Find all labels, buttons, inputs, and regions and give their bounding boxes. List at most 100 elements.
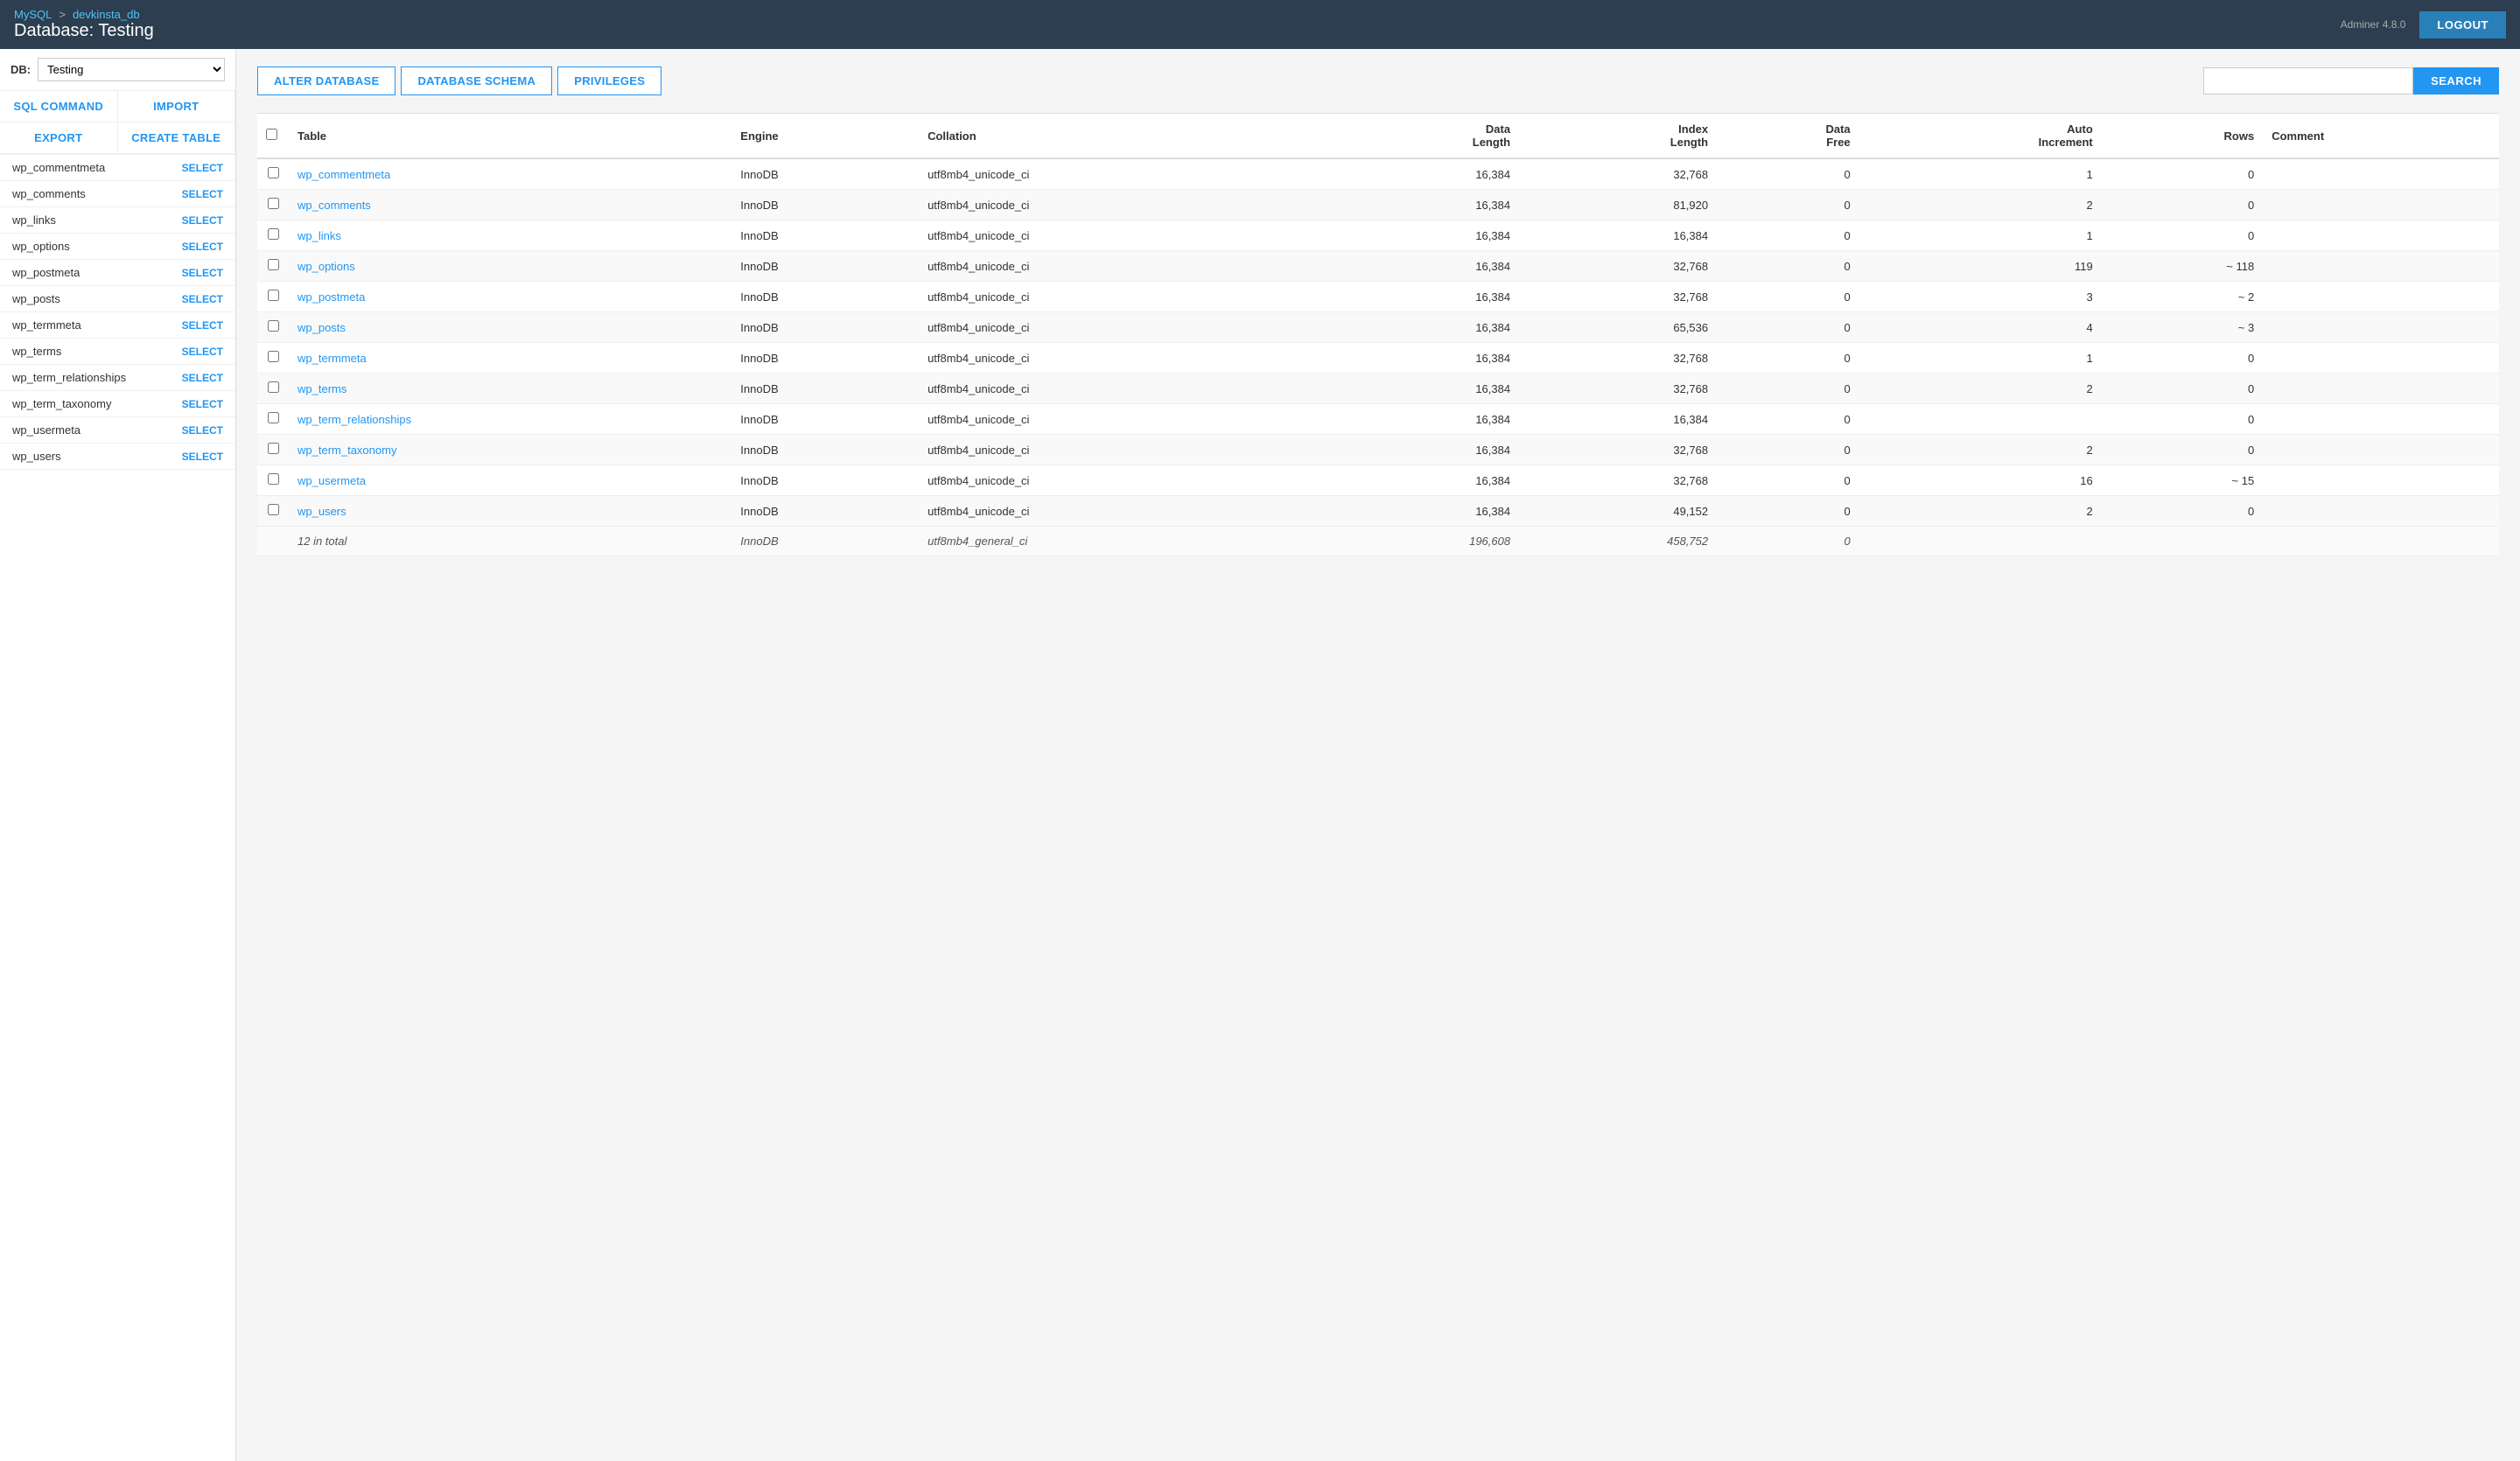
table-name-link[interactable]: wp_posts xyxy=(298,321,346,334)
table-row: wp_links InnoDB utf8mb4_unicode_ci 16,38… xyxy=(257,220,2499,251)
row-rows: 0 xyxy=(2102,158,2263,190)
row-checkbox[interactable] xyxy=(268,228,279,240)
table-header-row: Table Engine Collation DataLength IndexL… xyxy=(257,114,2499,159)
table-name-link[interactable]: wp_terms xyxy=(298,382,346,395)
row-checkbox[interactable] xyxy=(268,504,279,515)
page-title: Database: Testing xyxy=(14,21,154,41)
total-data-free: 0 xyxy=(1717,527,1859,556)
col-data-length: DataLength xyxy=(1321,114,1519,159)
database-table: Table Engine Collation DataLength IndexL… xyxy=(257,113,2499,556)
privileges-button[interactable]: PRIVILEGES xyxy=(557,66,662,95)
sidebar-table-name: wp_term_taxonomy xyxy=(12,397,111,410)
sidebar-table-select[interactable]: SELECT xyxy=(182,319,223,332)
breadcrumb-db[interactable]: devkinsta_db xyxy=(73,8,140,21)
sidebar-table-select[interactable]: SELECT xyxy=(182,424,223,437)
row-data-length: 16,384 xyxy=(1321,496,1519,527)
breadcrumb-mysql[interactable]: MySQL xyxy=(14,8,52,21)
row-engine: InnoDB xyxy=(732,190,919,220)
sidebar-import[interactable]: IMPORT xyxy=(118,91,236,122)
row-rows: 0 xyxy=(2102,496,2263,527)
sidebar-table-select[interactable]: SELECT xyxy=(182,346,223,358)
row-checkbox[interactable] xyxy=(268,412,279,423)
sidebar-table-select[interactable]: SELECT xyxy=(182,293,223,305)
row-comment xyxy=(2263,465,2499,496)
table-name-link[interactable]: wp_usermeta xyxy=(298,474,366,487)
sidebar-table-item: wp_term_relationships SELECT xyxy=(0,365,235,391)
table-name-link[interactable]: wp_links xyxy=(298,229,341,242)
table-name-link[interactable]: wp_term_taxonomy xyxy=(298,444,396,457)
table-row: wp_users InnoDB utf8mb4_unicode_ci 16,38… xyxy=(257,496,2499,527)
row-comment xyxy=(2263,312,2499,343)
total-rows xyxy=(2102,527,2263,556)
sidebar-table-name: wp_commentmeta xyxy=(12,161,105,174)
row-data-free: 0 xyxy=(1717,220,1859,251)
sidebar-table-select[interactable]: SELECT xyxy=(182,451,223,463)
search-button[interactable]: SEARCH xyxy=(2413,67,2499,94)
table-name-link[interactable]: wp_users xyxy=(298,505,346,518)
table-name-link[interactable]: wp_options xyxy=(298,260,355,273)
top-header: MySQL > devkinsta_db Database: Testing A… xyxy=(0,0,2520,49)
row-checkbox[interactable] xyxy=(268,198,279,209)
row-data-free: 0 xyxy=(1717,190,1859,220)
row-checkbox[interactable] xyxy=(268,351,279,362)
col-table: Table xyxy=(289,114,732,159)
table-name-link[interactable]: wp_postmeta xyxy=(298,290,365,304)
search-input[interactable] xyxy=(2203,67,2413,94)
db-select[interactable]: Testing xyxy=(38,58,225,81)
sidebar-table-select[interactable]: SELECT xyxy=(182,267,223,279)
sidebar-create-table[interactable]: CREATE TABLE xyxy=(118,122,236,154)
row-checkbox-cell xyxy=(257,282,289,312)
sidebar-table-select[interactable]: SELECT xyxy=(182,241,223,253)
row-data-length: 16,384 xyxy=(1321,220,1519,251)
database-schema-button[interactable]: DATABASE SCHEMA xyxy=(401,66,552,95)
alter-database-button[interactable]: ALTER DATABASE xyxy=(257,66,396,95)
sidebar-export[interactable]: EXPORT xyxy=(0,122,118,154)
table-name-link[interactable]: wp_commentmeta xyxy=(298,168,390,181)
row-comment xyxy=(2263,251,2499,282)
row-checkbox[interactable] xyxy=(268,290,279,301)
sidebar-table-item: wp_options SELECT xyxy=(0,234,235,260)
sidebar-table-select[interactable]: SELECT xyxy=(182,162,223,174)
sidebar-sql-command[interactable]: SQL COMMAND xyxy=(0,91,118,122)
row-rows: ~ 3 xyxy=(2102,312,2263,343)
sidebar-table-item: wp_term_taxonomy SELECT xyxy=(0,391,235,417)
row-data-length: 16,384 xyxy=(1321,404,1519,435)
row-comment xyxy=(2263,220,2499,251)
row-engine: InnoDB xyxy=(732,404,919,435)
table-name-link[interactable]: wp_comments xyxy=(298,199,371,212)
logout-button[interactable]: LOGOUT xyxy=(2419,11,2506,38)
sidebar-table-item: wp_comments SELECT xyxy=(0,181,235,207)
sidebar-table-name: wp_links xyxy=(12,213,56,227)
row-data-length: 16,384 xyxy=(1321,158,1519,190)
table-row: wp_posts InnoDB utf8mb4_unicode_ci 16,38… xyxy=(257,312,2499,343)
table-name-link[interactable]: wp_termmeta xyxy=(298,352,367,365)
row-checkbox[interactable] xyxy=(268,167,279,178)
total-label: 12 in total xyxy=(289,527,732,556)
row-collation: utf8mb4_unicode_ci xyxy=(919,312,1321,343)
sidebar-table-item: wp_users SELECT xyxy=(0,444,235,470)
row-table-name: wp_commentmeta xyxy=(289,158,732,190)
sidebar-table-item: wp_commentmeta SELECT xyxy=(0,155,235,181)
row-auto-increment xyxy=(1859,404,2102,435)
sidebar-table-select[interactable]: SELECT xyxy=(182,372,223,384)
total-engine: InnoDB xyxy=(732,527,919,556)
header-left: MySQL > devkinsta_db Database: Testing xyxy=(14,8,154,41)
sidebar-table-select[interactable]: SELECT xyxy=(182,398,223,410)
master-checkbox[interactable] xyxy=(266,129,277,140)
row-checkbox-cell xyxy=(257,404,289,435)
row-comment xyxy=(2263,404,2499,435)
sidebar-table-select[interactable]: SELECT xyxy=(182,188,223,200)
row-checkbox-cell xyxy=(257,190,289,220)
row-checkbox[interactable] xyxy=(268,320,279,332)
row-checkbox[interactable] xyxy=(268,443,279,454)
row-checkbox[interactable] xyxy=(268,381,279,393)
row-checkbox[interactable] xyxy=(268,259,279,270)
row-checkbox[interactable] xyxy=(268,473,279,485)
row-table-name: wp_term_relationships xyxy=(289,404,732,435)
sidebar-table-select[interactable]: SELECT xyxy=(182,214,223,227)
table-name-link[interactable]: wp_term_relationships xyxy=(298,413,411,426)
row-checkbox-cell xyxy=(257,496,289,527)
row-data-free: 0 xyxy=(1717,158,1859,190)
adminer-version: Adminer 4.8.0 xyxy=(2341,18,2406,31)
total-collation: utf8mb4_general_ci xyxy=(919,527,1321,556)
